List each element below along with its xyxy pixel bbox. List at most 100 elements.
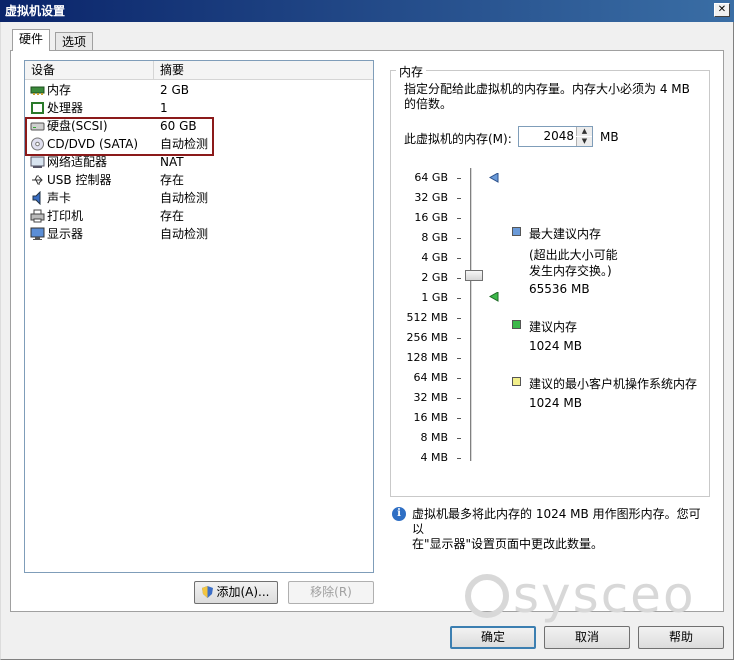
scale-tick <box>457 258 461 259</box>
scale-tick <box>457 198 461 199</box>
device-row[interactable]: 声卡 自动检测 <box>25 189 373 207</box>
max-recommended-note-2: 发生内存交换。) <box>529 264 612 278</box>
max-recommended-value: 65536 MB <box>529 282 590 296</box>
tab-options[interactable]: 选项 <box>55 32 94 52</box>
device-row[interactable]: USB 控制器 存在 <box>25 171 373 189</box>
scale-tick <box>457 178 461 179</box>
min-guest-legend-icon <box>512 377 521 386</box>
device-list-header: 设备 摘要 <box>25 61 373 80</box>
ok-button-label: 确定 <box>480 630 505 644</box>
memory-field-label: 此虚拟机的内存(M): <box>404 132 512 146</box>
device-row[interactable]: 处理器 1 <box>25 99 373 117</box>
processor-icon <box>30 101 45 115</box>
column-header-device[interactable]: 设备 <box>25 61 154 79</box>
scale-tick <box>457 298 461 299</box>
tab-options-label: 选项 <box>62 35 87 49</box>
scale-label: 32 GB <box>414 191 448 204</box>
device-name: 声卡 <box>47 191 72 205</box>
cancel-button-label: 取消 <box>574 630 599 644</box>
info-line-2: 在"显示器"设置页面中更改此数量。 <box>412 537 604 551</box>
device-summary: 1 <box>160 101 168 115</box>
memory-slider-thumb[interactable] <box>465 270 483 281</box>
scale-label: 1 GB <box>421 291 448 304</box>
spin-up-button[interactable]: ▲ <box>576 127 592 136</box>
device-name: 硬盘(SCSI) <box>47 119 108 133</box>
cd-dvd-icon <box>30 137 45 151</box>
scale-tick <box>457 398 461 399</box>
remove-button-label: 移除(R) <box>310 585 352 599</box>
memory-group-title: 内存 <box>396 63 427 80</box>
memory-slider-track[interactable] <box>470 168 473 461</box>
device-summary: 自动检测 <box>160 227 209 241</box>
remove-button[interactable]: 移除(R) <box>288 581 374 604</box>
device-summary: 2 GB <box>160 83 189 97</box>
device-list[interactable]: 设备 摘要 内存 2 GB 处理器 1 硬盘(SCSI) 60 GB CD/DVD (SAT… <box>24 60 374 573</box>
recommended-value: 1024 MB <box>529 339 582 353</box>
device-name: 显示器 <box>47 227 84 241</box>
scale-label: 64 MB <box>413 371 448 384</box>
device-summary: 存在 <box>160 209 185 223</box>
max-recommended-marker-icon <box>489 173 499 183</box>
memory-description: 指定分配给此虚拟机的内存量。内存大小必须为 4 MB 的倍数。 <box>404 82 690 111</box>
scale-tick <box>457 418 461 419</box>
printer-icon <box>30 209 45 223</box>
add-button[interactable]: 添加(A)... <box>194 581 278 604</box>
help-button[interactable]: 帮助 <box>638 626 724 649</box>
tab-hardware[interactable]: 硬件 <box>12 29 51 51</box>
max-recommended-note-1: (超出此大小可能 <box>529 248 618 262</box>
device-row[interactable]: 显示器 自动检测 <box>25 225 373 243</box>
device-summary: 60 GB <box>160 119 197 133</box>
memory-value[interactable]: 2048 <box>543 129 574 143</box>
watermark-text: sysceo <box>513 566 696 624</box>
memory-spinbox[interactable]: 2048 ▲ ▼ <box>518 126 593 147</box>
device-row[interactable]: 网络适配器 NAT <box>25 153 373 171</box>
recommended-legend-icon <box>512 320 521 329</box>
device-name: 处理器 <box>47 101 84 115</box>
scale-tick <box>457 338 461 339</box>
scale-label: 8 MB <box>420 431 448 444</box>
scale-label: 4 GB <box>421 251 448 264</box>
min-guest-value: 1024 MB <box>529 396 582 410</box>
device-summary: 自动检测 <box>160 191 209 205</box>
info-line-1: 虚拟机最多将此内存的 1024 MB 用作图形内存。您可以 <box>412 507 701 536</box>
scale-label: 512 MB <box>406 311 448 324</box>
memory-unit: MB <box>600 130 619 144</box>
scale-label: 256 MB <box>406 331 448 344</box>
scale-tick <box>457 358 461 359</box>
sysceo-watermark: sysceo <box>465 565 696 625</box>
device-row[interactable]: 内存 2 GB <box>25 81 373 99</box>
column-header-summary[interactable]: 摘要 <box>154 61 373 79</box>
info-icon: i <box>392 507 406 521</box>
close-button[interactable]: ✕ <box>714 3 730 17</box>
memory-icon <box>30 83 45 97</box>
window-title: 虚拟机设置 ✕ <box>0 0 734 22</box>
recommended-marker-icon <box>489 292 499 302</box>
min-guest-title: 建议的最小客户机操作系统内存 <box>529 377 698 391</box>
device-summary: NAT <box>160 155 184 169</box>
device-name: CD/DVD (SATA) <box>47 137 139 151</box>
ok-button[interactable]: 确定 <box>450 626 536 649</box>
device-row[interactable]: 打印机 存在 <box>25 207 373 225</box>
scale-label: 8 GB <box>421 231 448 244</box>
close-icon: ✕ <box>717 4 727 15</box>
spin-down-button[interactable]: ▼ <box>576 137 592 146</box>
max-recommended-title: 最大建议内存 <box>529 227 602 241</box>
help-button-label: 帮助 <box>668 630 693 644</box>
scale-tick <box>457 458 461 459</box>
window-title-text: 虚拟机设置 <box>5 4 66 18</box>
max-recommended-legend-icon <box>512 227 521 236</box>
add-button-label: 添加(A)... <box>216 585 270 599</box>
scale-tick <box>457 438 461 439</box>
display-icon <box>30 227 45 241</box>
sound-card-icon <box>30 190 45 206</box>
scale-tick <box>457 318 461 319</box>
device-row[interactable]: CD/DVD (SATA) 自动检测 <box>25 135 373 153</box>
scale-tick <box>457 238 461 239</box>
network-adapter-icon <box>30 155 45 169</box>
usb-icon <box>30 173 45 187</box>
device-name: 网络适配器 <box>47 155 108 169</box>
cancel-button[interactable]: 取消 <box>544 626 630 649</box>
device-row[interactable]: 硬盘(SCSI) 60 GB <box>25 117 373 135</box>
device-summary: 自动检测 <box>160 137 209 151</box>
scale-label: 4 MB <box>420 451 448 464</box>
